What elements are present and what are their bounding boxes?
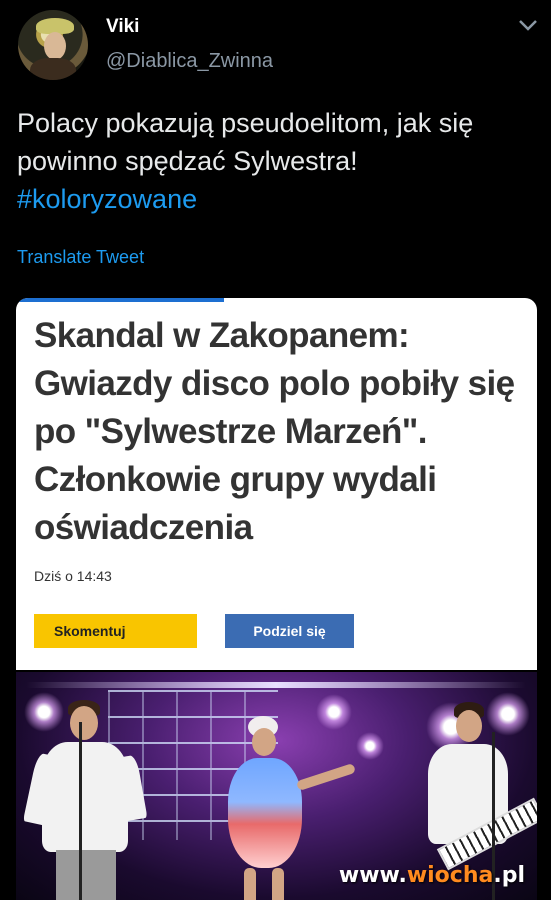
tweet-header: Viki @Diablica_Zwinna — [0, 0, 551, 90]
watermark-prefix: www. — [338, 863, 407, 888]
watermark-brand: wiocha — [406, 863, 494, 888]
hashtag-link[interactable]: #koloryzowane — [17, 180, 537, 218]
leg — [272, 868, 284, 900]
article-photo[interactable]: www.wiocha.pl — [16, 672, 537, 900]
head — [70, 706, 98, 740]
tweet-body: Polacy pokazują pseudoelitom, jak się po… — [17, 108, 474, 176]
stage-light — [486, 692, 530, 736]
stage-light-bar — [26, 682, 526, 688]
head — [252, 728, 276, 756]
article-timestamp: Dziś o 14:43 — [34, 568, 112, 584]
mic-stand — [79, 722, 82, 900]
author-name[interactable]: Viki — [106, 16, 139, 38]
article-headline[interactable]: Skandal w Zakopanem: Gwiazdy disco polo … — [34, 312, 529, 552]
avatar[interactable] — [18, 10, 88, 80]
tweet-text: Polacy pokazują pseudoelitom, jak się po… — [17, 104, 537, 218]
avatar-face — [44, 32, 66, 60]
article-card[interactable]: Skandal w Zakopanem: Gwiazdy disco polo … — [16, 298, 537, 670]
stage-light — [24, 692, 64, 732]
dress — [228, 758, 302, 868]
avatar-body — [30, 58, 76, 80]
load-progress-bar — [16, 298, 225, 302]
arm — [295, 762, 357, 792]
head — [456, 710, 482, 742]
comment-button[interactable]: Skomentuj — [34, 614, 197, 648]
share-button[interactable]: Podziel się — [225, 614, 354, 648]
translate-tweet-link[interactable]: Translate Tweet — [17, 247, 144, 268]
stage-light — [316, 694, 352, 730]
chevron-down-icon[interactable] — [518, 18, 538, 34]
site-watermark: www.wiocha.pl — [339, 863, 525, 888]
leg — [244, 868, 256, 900]
trousers — [56, 850, 116, 900]
author-handle[interactable]: @Diablica_Zwinna — [106, 50, 273, 73]
stage-light — [356, 732, 384, 760]
watermark-suffix: .pl — [493, 863, 525, 888]
